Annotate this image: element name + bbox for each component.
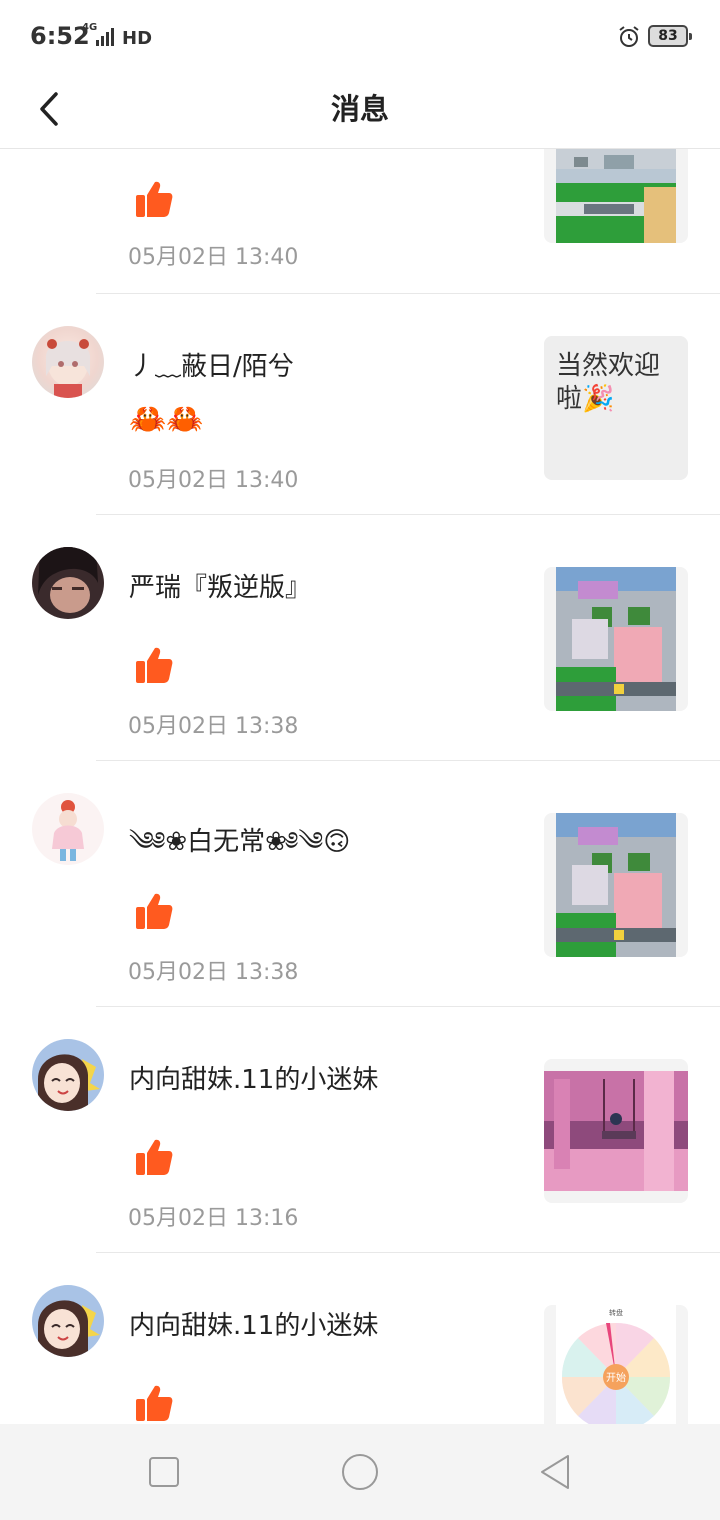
network-type: 4G: [82, 22, 98, 33]
thumbs-up-icon: [136, 647, 173, 683]
thumbs-up-icon: [136, 181, 173, 217]
wheel-title: 转盘: [609, 1308, 623, 1317]
message-time: 05月02日 13:38: [128, 714, 299, 739]
page-title: 消息: [330, 92, 389, 126]
hd-indicator: HD: [122, 28, 153, 49]
message-item[interactable]: 内向甜妹.11的小迷妹 05月02日 13:16: [0, 1007, 720, 1253]
battery-level: 83: [658, 28, 678, 44]
thumbs-up-icon: [136, 1385, 173, 1421]
message-item[interactable]: 内向甜妹.11的小迷妹 转盘 开始: [0, 1253, 720, 1424]
avatar[interactable]: [32, 326, 104, 398]
battery-icon: 83: [648, 25, 692, 47]
message-item[interactable]: 丿﹏蔽日/陌兮 🦀🦀 05月02日 13:40 当然欢迎啦🎉: [0, 294, 720, 515]
status-bar: 6:52 4G HD 83: [0, 0, 720, 72]
post-thumbnail[interactable]: [544, 1059, 688, 1203]
thumbs-up-icon: [136, 1139, 173, 1175]
alarm-icon: [619, 26, 639, 47]
post-thumbnail[interactable]: [544, 813, 688, 957]
post-thumbnail[interactable]: [544, 567, 688, 711]
post-thumbnail-text[interactable]: 当然欢迎啦🎉: [544, 336, 688, 480]
home-icon[interactable]: [340, 1452, 380, 1492]
signal-icon: 4G HD: [82, 22, 152, 50]
post-thumbnail[interactable]: 转盘 开始: [544, 1305, 688, 1424]
sender-name[interactable]: ༄༅❀白无常❀༅༄🙃: [129, 813, 350, 886]
message-time: 05月02日 13:40: [128, 245, 299, 270]
sender-name[interactable]: 内向甜妹.11的小迷妹: [129, 1059, 378, 1096]
avatar[interactable]: [32, 793, 104, 865]
sender-name[interactable]: 内向甜妹.11的小迷妹: [129, 1305, 378, 1342]
back-icon[interactable]: [536, 1452, 576, 1492]
message-item[interactable]: ༄༅❀白无常❀༅༄🙃 05月02日 13:38: [0, 761, 720, 1007]
message-time: 05月02日 13:38: [128, 960, 299, 985]
message-content: 🦀🦀: [129, 402, 204, 437]
message-item[interactable]: 05月02日 13:40: [0, 149, 720, 294]
navigation-bar: [0, 1424, 720, 1520]
message-item[interactable]: 严瑞『叛逆版』 05月02日 13:38: [0, 515, 720, 761]
message-list[interactable]: 05月02日 13:40 丿﹏蔽日/陌兮 🦀🦀 05月02日 13:40 当然欢…: [0, 149, 720, 1424]
message-time: 05月02日 13:16: [128, 1206, 299, 1231]
sender-name[interactable]: 严瑞『叛逆版』: [129, 567, 311, 604]
avatar[interactable]: [32, 1285, 104, 1357]
avatar[interactable]: [32, 1039, 104, 1111]
recent-apps-icon[interactable]: [144, 1452, 184, 1492]
header: 消息: [0, 72, 720, 149]
thumbs-up-icon: [136, 893, 173, 929]
avatar[interactable]: [32, 547, 104, 619]
sender-name[interactable]: 丿﹏蔽日/陌兮: [129, 346, 294, 383]
message-time: 05月02日 13:40: [128, 468, 299, 493]
wheel-center-label: 开始: [606, 1371, 626, 1384]
post-thumbnail[interactable]: [544, 149, 688, 243]
status-time: 6:52: [30, 22, 90, 50]
